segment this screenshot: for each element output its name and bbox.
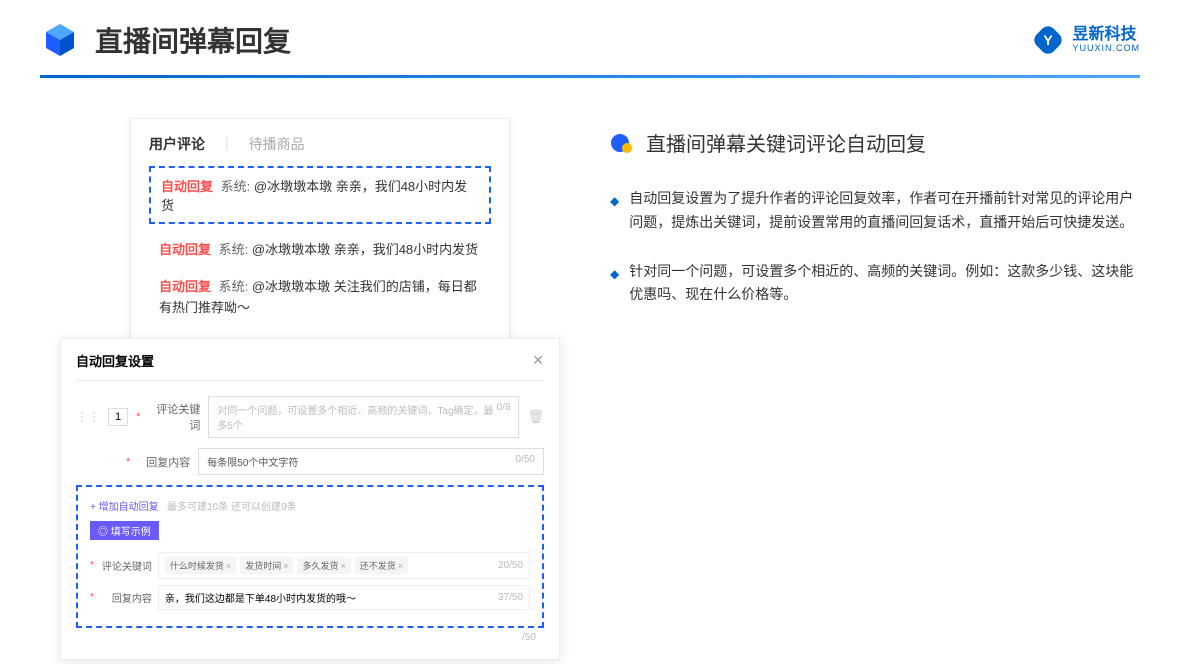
drag-handle-icon[interactable]: ⋮⋮ bbox=[76, 410, 100, 424]
rule-number: 1 bbox=[108, 408, 128, 426]
tag: 什么时候发货× bbox=[165, 557, 236, 574]
comments-panel: 用户评论 | 待播商品 自动回复 系统: @冰墩墩本墩 亲亲，我们48小时内发货… bbox=[130, 118, 510, 342]
comment-row: 自动回复 系统: @冰墩墩本墩 关注我们的店铺，每日都有热门推荐呦～ bbox=[149, 269, 491, 327]
settings-title: 自动回复设置 bbox=[76, 351, 154, 370]
tab-user-comments[interactable]: 用户评论 bbox=[149, 134, 205, 154]
outer-counter: /50 bbox=[76, 628, 544, 647]
required-star: * bbox=[136, 411, 140, 423]
logo-text-en: YUUXIN.COM bbox=[1072, 44, 1140, 54]
section-title: 直播间弹幕关键词评论自动回复 bbox=[646, 128, 926, 157]
add-hint: 最多可建10条 还可以创建9条 bbox=[167, 502, 296, 513]
highlighted-comment: 自动回复 系统: @冰墩墩本墩 亲亲，我们48小时内发货 bbox=[149, 166, 491, 224]
comment-row: 自动回复 系统: @冰墩墩本墩 亲亲，我们48小时内发货 bbox=[149, 232, 491, 269]
keyword-label: 评论关键词 bbox=[148, 401, 200, 433]
tag: 还不发货× bbox=[355, 557, 408, 574]
system-label: 系统: bbox=[221, 179, 251, 194]
close-icon[interactable]: ✕ bbox=[532, 352, 544, 369]
page-title: 直播间弹幕回复 bbox=[95, 20, 1032, 60]
example-keyword-input[interactable]: 什么时候发货× 发货时间× 多久发货× 还不发货× 20/50 bbox=[158, 552, 530, 579]
content-label: 回复内容 bbox=[138, 454, 190, 470]
diamond-icon: ◆ bbox=[610, 264, 619, 308]
add-auto-reply-link[interactable]: + 增加自动回复 bbox=[90, 502, 159, 513]
svg-text:Y: Y bbox=[1044, 32, 1054, 48]
cube-icon bbox=[40, 20, 80, 60]
diamond-icon: ◆ bbox=[610, 191, 619, 235]
section-bullet-icon bbox=[610, 131, 634, 155]
tag: 多久发货× bbox=[297, 557, 350, 574]
tab-divider: | bbox=[225, 134, 229, 154]
feature-bullet: ◆ 自动回复设置为了提升作者的评论回复效率，作者可在开播前针对常见的评论用户问题… bbox=[610, 187, 1140, 235]
keyword-input[interactable]: 对同一个问题，可设置多个相近、高频的关键词，Tag确定，最多5个 0/8 bbox=[208, 396, 519, 438]
feature-bullet: ◆ 针对同一个问题，可设置多个相近的、高频的关键词。例如：这款多少钱、这块能优惠… bbox=[610, 260, 1140, 308]
auto-reply-label: 自动回复 bbox=[161, 179, 213, 194]
example-badge: ◎ 填写示例 bbox=[90, 521, 159, 540]
content-input[interactable]: 每条限50个中文字符 0/50 bbox=[198, 448, 544, 475]
example-area: + 增加自动回复 最多可建10条 还可以创建9条 ◎ 填写示例 * 评论关键词 … bbox=[76, 485, 544, 628]
brand-logo: Y 昱新科技 YUUXIN.COM bbox=[1032, 24, 1140, 56]
logo-icon: Y bbox=[1032, 24, 1064, 56]
logo-text-cn: 昱新科技 bbox=[1072, 26, 1140, 44]
tag: 发货时间× bbox=[240, 557, 293, 574]
example-content-input[interactable]: 亲，我们这边都是下单48小时内发货的哦～ 37/50 bbox=[158, 585, 530, 610]
tab-pending-products[interactable]: 待播商品 bbox=[249, 134, 305, 154]
delete-icon[interactable]: 🗑 bbox=[527, 409, 544, 425]
auto-reply-settings-panel: 自动回复设置 ✕ ⋮⋮ 1 * 评论关键词 对同一个问题，可设置多个相近、高频的… bbox=[60, 338, 560, 660]
